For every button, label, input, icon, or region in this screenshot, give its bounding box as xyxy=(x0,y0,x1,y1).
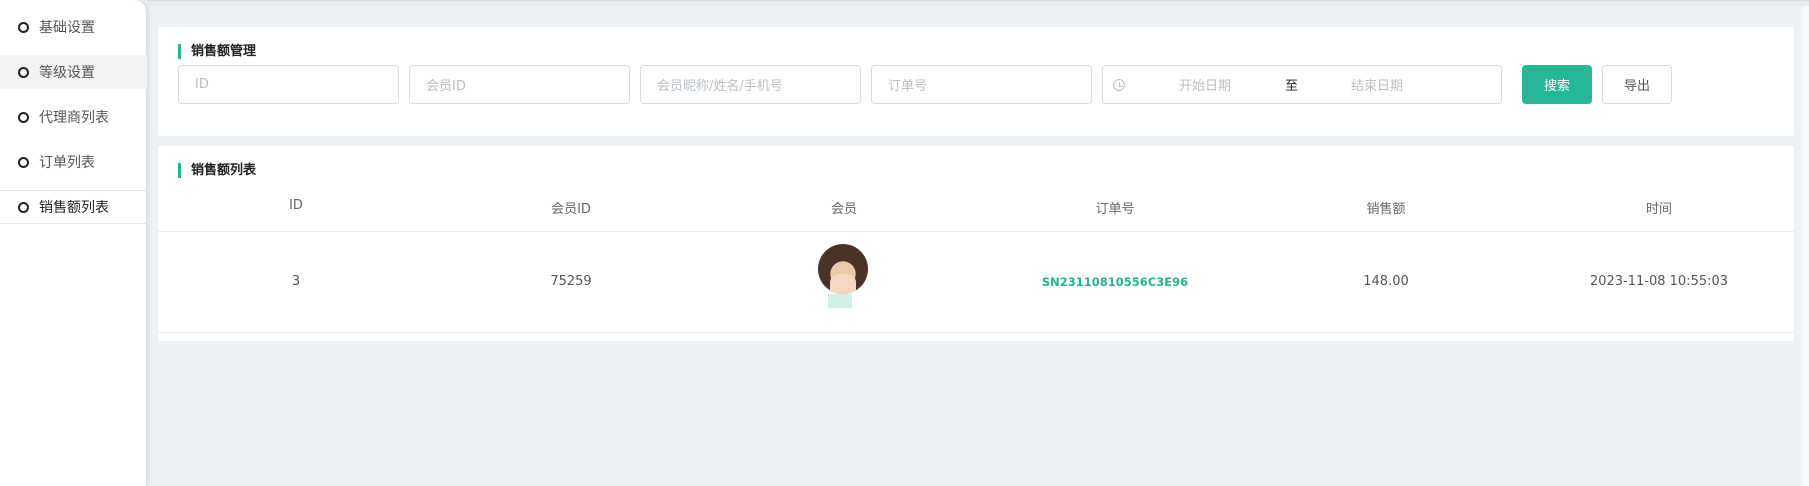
search-panel-title: 销售额管理 xyxy=(178,44,256,60)
circle-outline-icon xyxy=(18,21,29,33)
date-range-separator: 至 xyxy=(1285,79,1299,94)
order-number-link[interactable]: SN23110810556C3E96 xyxy=(1042,275,1188,289)
circle-outline-icon xyxy=(18,66,29,78)
avatar[interactable] xyxy=(818,244,868,294)
cell-amount: 148.00 xyxy=(1363,274,1409,289)
circle-outline-icon xyxy=(18,156,29,168)
member-id-input[interactable]: 会员ID xyxy=(409,65,630,104)
sidebar-item-label: 等级设置 xyxy=(39,65,95,81)
column-header-id[interactable]: ID xyxy=(289,198,303,213)
order-number-input[interactable]: 订单号 xyxy=(871,65,1092,104)
sidebar-item-label: 销售额列表 xyxy=(39,200,109,216)
sidebar-item-label: 基础设置 xyxy=(39,20,95,36)
header-divider xyxy=(158,231,1794,232)
circle-outline-icon xyxy=(18,111,29,123)
start-date-placeholder[interactable]: 开始日期 xyxy=(1179,75,1231,94)
end-date-placeholder[interactable]: 结束日期 xyxy=(1351,75,1403,94)
sidebar-item-agent-list[interactable]: 代理商列表 xyxy=(0,100,147,134)
clock-icon xyxy=(1113,78,1125,91)
column-header-order-number[interactable]: 订单号 xyxy=(1095,198,1134,217)
cell-member-id: 75259 xyxy=(550,274,592,289)
top-strip xyxy=(147,0,1809,6)
page: 基础设置 等级设置 代理商列表 订单列表 销售额列表 销售额管理 ID 会员ID… xyxy=(0,0,1809,486)
cell-time: 2023-11-08 10:55:03 xyxy=(1589,274,1729,289)
order-number-input-placeholder: 订单号 xyxy=(888,79,928,94)
id-input-placeholder: ID xyxy=(195,77,209,92)
search-panel: 销售额管理 ID 会员ID 会员昵称/姓名/手机号 订单号 开始日期 至 结束日… xyxy=(158,27,1794,136)
column-header-member[interactable]: 会员 xyxy=(831,198,857,217)
sidebar-item-basic-settings[interactable]: 基础设置 xyxy=(0,10,147,44)
sales-table-panel: 销售额列表 ID 会员ID 会员 订单号 销售额 时间 3 75259 SN23… xyxy=(158,146,1794,341)
member-info-input[interactable]: 会员昵称/姓名/手机号 xyxy=(640,65,861,104)
column-header-member-id[interactable]: 会员ID xyxy=(551,198,591,217)
circle-outline-icon xyxy=(18,201,29,213)
sidebar-item-level-settings[interactable]: 等级设置 xyxy=(0,55,147,89)
column-header-time[interactable]: 时间 xyxy=(1646,198,1672,217)
row-divider xyxy=(158,332,1794,333)
scrollbar-track[interactable] xyxy=(1803,6,1809,486)
sidebar: 基础设置 等级设置 代理商列表 订单列表 销售额列表 xyxy=(0,0,147,486)
sales-table-title: 销售额列表 xyxy=(178,163,256,179)
export-button[interactable]: 导出 xyxy=(1602,65,1672,104)
column-header-amount[interactable]: 销售额 xyxy=(1366,198,1405,217)
id-input[interactable]: ID xyxy=(178,65,399,104)
sidebar-item-sales-list[interactable]: 销售额列表 xyxy=(0,190,147,224)
avatar-badge xyxy=(828,294,852,308)
member-info-input-placeholder: 会员昵称/姓名/手机号 xyxy=(657,79,783,94)
cell-id: 3 xyxy=(291,274,301,289)
date-range-picker[interactable]: 开始日期 至 结束日期 xyxy=(1102,65,1502,104)
sidebar-item-order-list[interactable]: 订单列表 xyxy=(0,145,147,179)
member-id-input-placeholder: 会员ID xyxy=(426,79,466,94)
sidebar-item-label: 代理商列表 xyxy=(39,110,109,126)
search-button[interactable]: 搜索 xyxy=(1522,65,1592,104)
sidebar-item-label: 订单列表 xyxy=(39,155,95,171)
